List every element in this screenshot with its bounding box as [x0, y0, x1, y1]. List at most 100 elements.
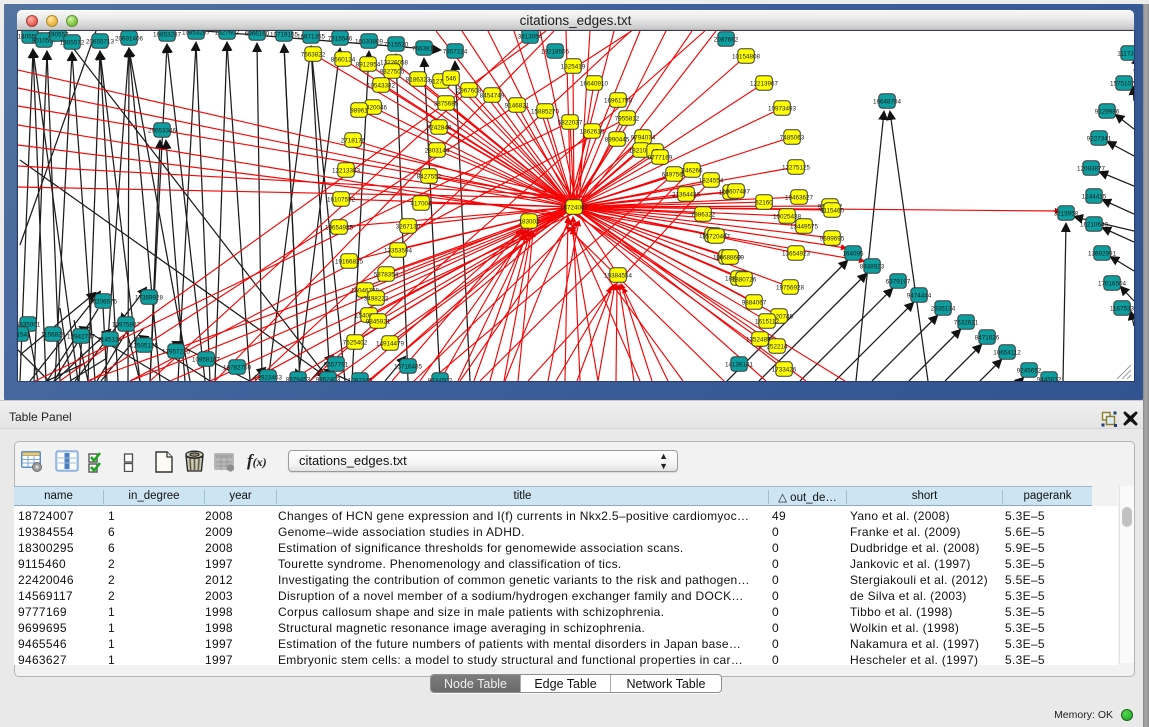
svg-text:16782759: 16782759 [223, 364, 252, 371]
svg-text:1117393: 1117393 [1117, 50, 1134, 57]
svg-text:19218506: 19218506 [541, 48, 570, 55]
svg-text:8186323: 8186323 [406, 76, 431, 83]
svg-text:14136141: 14136141 [725, 361, 754, 368]
svg-text:9227341: 9227341 [1087, 135, 1112, 142]
svg-text:98961: 98961 [350, 107, 368, 114]
svg-text:10975887: 10975887 [112, 321, 141, 328]
svg-text:62160: 62160 [755, 199, 773, 206]
svg-text:16640910: 16640910 [580, 80, 609, 87]
svg-text:1325419: 1325419 [561, 63, 586, 70]
svg-text:3813054: 3813054 [518, 33, 543, 40]
svg-text:13654923: 13654923 [782, 250, 811, 257]
svg-text:16853287: 16853287 [153, 31, 182, 38]
svg-text:9794074: 9794074 [631, 134, 656, 141]
svg-text:10973493: 10973493 [768, 105, 797, 112]
svg-text:2087662: 2087662 [714, 36, 739, 43]
svg-text:9699695: 9699695 [820, 235, 845, 242]
svg-text:16210643: 16210643 [1080, 221, 1109, 228]
svg-text:9245652: 9245652 [1017, 367, 1042, 374]
svg-text:5822037: 5822037 [558, 119, 583, 126]
svg-text:1244415: 1244415 [1082, 193, 1107, 200]
svg-text:6966160: 6966160 [245, 31, 270, 37]
svg-text:17957225: 17957225 [162, 348, 191, 355]
svg-text:546: 546 [446, 75, 457, 82]
svg-text:12942737: 12942737 [67, 333, 96, 340]
svg-text:7515546: 7515546 [328, 35, 353, 42]
svg-text:9242848: 9242848 [427, 124, 452, 131]
svg-text:10853287: 10853287 [182, 31, 211, 36]
svg-text:9445012: 9445012 [1037, 376, 1062, 381]
svg-text:10719155: 10719155 [270, 31, 299, 38]
svg-text:164095: 164095 [842, 250, 864, 257]
svg-text:1824554: 1824554 [699, 177, 724, 184]
svg-text:10688609: 10688609 [716, 254, 745, 261]
svg-text:19756928: 19756928 [776, 284, 805, 291]
svg-text:8234502: 8234502 [428, 377, 453, 381]
svg-text:16671355: 16671355 [297, 33, 326, 40]
svg-text:12213967: 12213967 [750, 80, 779, 87]
svg-text:3875685: 3875685 [434, 100, 459, 107]
svg-text:10607487: 10607487 [722, 188, 751, 195]
svg-text:15751074: 15751074 [1110, 80, 1134, 87]
svg-text:991541: 991541 [18, 331, 31, 338]
svg-text:3267130: 3267130 [396, 223, 421, 230]
svg-text:8427552: 8427552 [417, 173, 442, 180]
svg-text:12275125: 12275125 [782, 164, 811, 171]
svg-text:9657791: 9657791 [324, 361, 349, 368]
svg-text:12213383: 12213383 [332, 167, 361, 174]
svg-text:1905572: 1905572 [60, 39, 85, 46]
svg-text:417004: 417004 [410, 200, 432, 207]
svg-text:1156829: 1156829 [41, 331, 66, 338]
svg-text:20691406: 20691406 [115, 35, 144, 42]
svg-text:12093877: 12093877 [1077, 165, 1106, 172]
svg-text:1092345: 1092345 [348, 377, 373, 381]
svg-text:16033809: 16033809 [355, 38, 384, 45]
svg-text:7485063: 7485063 [780, 134, 805, 141]
svg-text:9327505: 9327505 [380, 68, 405, 75]
svg-text:1362615: 1362615 [580, 128, 605, 135]
svg-text:29053346: 29053346 [148, 127, 177, 134]
svg-text:8471626: 8471626 [975, 334, 1000, 341]
svg-text:9345921: 9345921 [366, 318, 391, 325]
svg-text:9884067: 9884067 [742, 299, 767, 306]
svg-text:19166825: 19166825 [335, 258, 364, 265]
svg-text:2803144: 2803144 [425, 147, 450, 154]
svg-text:3215958: 3215958 [1054, 210, 1079, 217]
svg-text:26206576: 26206576 [89, 298, 118, 305]
svg-text:1527602: 1527602 [215, 31, 240, 36]
svg-text:7632621: 7632621 [954, 319, 979, 326]
svg-text:3498222: 3498222 [364, 295, 389, 302]
svg-text:9474444: 9474444 [907, 292, 932, 299]
svg-text:8990445: 8990445 [605, 136, 630, 143]
svg-text:18724007: 18724007 [560, 204, 589, 211]
svg-text:21364436: 21364436 [672, 191, 701, 198]
svg-text:13353594: 13353594 [384, 247, 413, 254]
svg-text:8912954: 8912954 [356, 61, 381, 68]
svg-text:14914479: 14914479 [376, 340, 405, 347]
svg-text:10654112: 10654112 [993, 349, 1021, 356]
svg-text:15885270: 15885270 [531, 108, 560, 115]
svg-text:7663811: 7663811 [412, 45, 437, 52]
svg-text:2935134: 2935134 [931, 305, 956, 312]
svg-text:9952403: 9952403 [316, 376, 341, 381]
svg-text:15716485: 15716485 [394, 363, 423, 370]
svg-text:5878354: 5878354 [374, 271, 399, 278]
svg-text:183002: 183002 [518, 218, 540, 225]
svg-text:10543382: 10543382 [367, 82, 396, 89]
svg-text:12505135: 12505135 [130, 342, 159, 349]
svg-text:8979453: 8979453 [286, 376, 311, 381]
svg-text:19384554: 19384554 [604, 272, 633, 279]
svg-text:9115460: 9115460 [820, 207, 845, 214]
svg-text:13449575: 13449575 [790, 223, 819, 230]
svg-text:15720407: 15720407 [702, 233, 731, 240]
svg-text:10958167: 10958167 [192, 356, 221, 363]
svg-text:19463627: 19463627 [785, 194, 814, 201]
svg-text:8454749: 8454749 [480, 92, 505, 99]
svg-text:6379197: 6379197 [886, 278, 911, 285]
svg-text:7986322: 7986322 [691, 211, 716, 218]
svg-text:1167533: 1167533 [1110, 305, 1134, 312]
svg-text:19654985: 19654985 [325, 224, 354, 231]
svg-text:7857224: 7857224 [443, 48, 468, 55]
svg-text:1615112: 1615112 [755, 318, 780, 325]
svg-text:8938923: 8938923 [860, 263, 885, 270]
